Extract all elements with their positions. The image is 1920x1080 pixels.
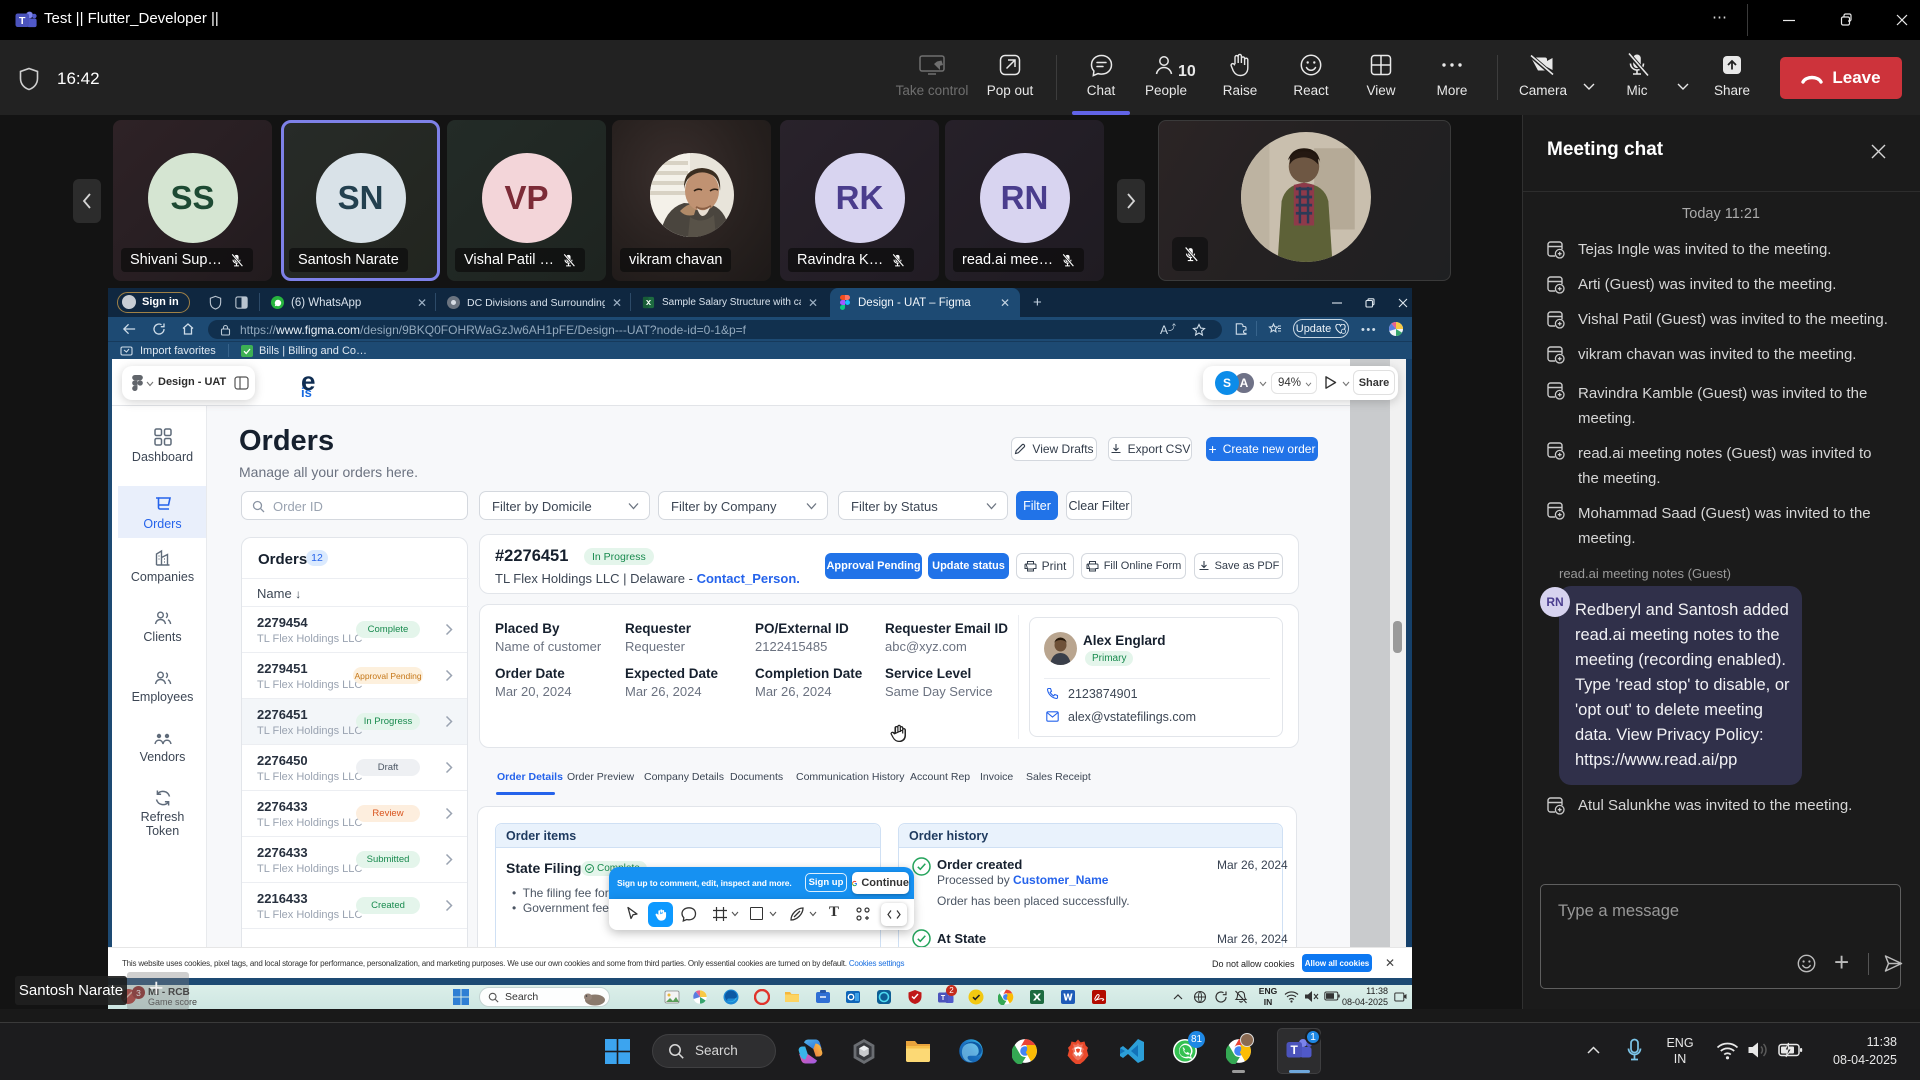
svg-text:T: T xyxy=(1291,1043,1299,1057)
svg-text:T: T xyxy=(19,15,26,27)
svg-text:T: T xyxy=(941,995,946,1002)
